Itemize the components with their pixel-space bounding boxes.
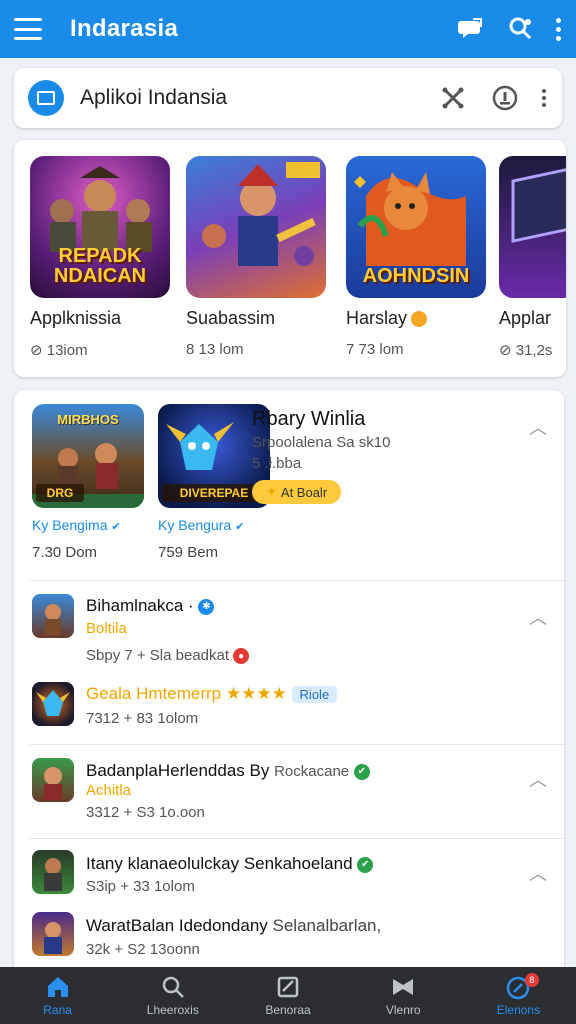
app-carousel: REPADK NDAICAN Applknissia ⊘ 13iom Suaba… [14,140,566,377]
search-account-icon[interactable] [506,14,536,44]
app-meta: 8 13 lom [186,341,244,358]
app-meta: ⊘ 31,2s [499,342,553,359]
row-meta: S3ip + 33 1olom [86,878,195,895]
app-name: Suabassim [186,308,276,328]
app-size: 7.30 Dom [32,544,98,561]
row-title[interactable]: BadanplaHerlenddas By Rockacane ✔ [86,761,370,781]
overflow-menu-icon[interactable] [554,17,562,41]
row-subtitle: Achitla [86,782,132,799]
carousel-item[interactable]: Suabassim 8 13 lom [186,156,326,358]
artwork-banner: AOHNDSIN [362,265,470,287]
app-thumbnail[interactable] [32,850,74,894]
app-size: 759 Bem [158,544,219,561]
verified-icon [411,310,428,327]
featured-action-pill[interactable]: ✦ At Boalr [252,480,342,504]
app-artwork: AOHNDSIN [346,156,486,298]
app-meta: ⊘ 13iom [30,342,88,359]
search-icon [161,975,185,1001]
nav-item-search[interactable]: Lheeroxis [115,967,230,1024]
menu-icon[interactable] [14,18,42,40]
search-bar-card[interactable]: Aplikoi Indansia [14,68,562,128]
divider [30,838,564,839]
featured-rating: 5 .ł.bba [252,455,302,472]
nav-item-games[interactable]: Vlenro [346,967,461,1024]
app-name: Applknissia [30,308,122,328]
app-name: Applar [499,308,552,328]
verified-icon: ✱ [198,598,215,615]
artwork-label: DRG [36,484,84,502]
tag-pill[interactable]: Riole [291,686,338,704]
notification-badge: 8 [524,973,539,987]
row-title[interactable]: Geala Hmtemerrp ★★★★ Riole [86,684,338,704]
app-artwork [499,156,566,298]
row-meta: 32k + S2 13oonn [86,941,200,958]
featured-app-artwork[interactable]: MIRBHOS DRG [32,404,144,508]
info-icon[interactable] [490,83,520,113]
app-name: Harslay [346,308,486,329]
row-meta: 7312 + 83 1olom [86,710,199,727]
alert-icon: ● [233,648,250,665]
divider [30,580,564,581]
nav-item-library[interactable]: Benoraa [230,967,345,1024]
artwork-label: DIVEREPAE [162,484,266,502]
carousel-item[interactable]: AOHNDSIN Harslay 7 73 lom [346,156,486,358]
card-overflow-icon[interactable] [540,89,548,107]
carousel-item[interactable]: REPADK NDAICAN Applknissia ⊘ 13iom [30,156,170,359]
chevron-up-icon[interactable]: ︿ [528,766,548,790]
chevron-up-icon[interactable]: ︿ [528,860,548,884]
home-icon [46,975,70,1001]
row-title[interactable]: Itany klanaeolulckay Senkahoeland ✔ [86,854,374,874]
row-title[interactable]: WaratBalan Idedondany Selanalbarlan, [86,916,381,936]
search-title: Aplikoi Indansia [80,86,228,109]
app-logo-icon [28,80,64,116]
verified-icon: ✔ [353,763,370,780]
app-list-card: MIRBHOS DRG DIVEREPAE Ky Bengima ✔ Ky Be… [14,390,564,980]
app-thumbnail[interactable] [32,682,74,726]
verified-icon: ✔ [357,856,374,873]
bottom-nav: Rana Lheeroxis Benoraa Vlenro 8 Elenons [0,967,576,1024]
divider [30,744,564,745]
nav-item-profile[interactable]: 8 Elenons [461,967,576,1024]
app-thumbnail[interactable] [32,912,74,956]
app-artwork: REPADK NDAICAN [30,156,170,298]
featured-title: Rbary Winlia [252,408,366,430]
developer-name[interactable]: Ky Bengura ✔ [158,517,244,533]
row-subtitle: Boltila [86,620,127,637]
developer-name[interactable]: Ky Bengima ✔ [32,517,121,533]
chat-icon[interactable] [456,14,486,44]
library-icon [276,975,300,1001]
row-meta: Sbpy 7 + Sla beadkat ● [86,647,250,665]
chevron-up-icon[interactable]: ︿ [528,604,548,628]
chevron-up-icon[interactable]: ︿ [528,414,548,438]
app-thumbnail[interactable] [32,758,74,802]
games-icon [391,975,415,1001]
row-meta: 3312 + S3 1o.oon [86,804,205,821]
artwork-title: MIRBHOS [57,412,119,427]
featured-subtitle: Srpoolalena Sa sk10 [252,434,391,451]
carousel-item[interactable]: Applar ⊘ 31,2s [499,156,566,359]
app-artwork [186,156,326,298]
app-meta: 7 73 lom [346,341,404,358]
app-title: Indarasia [70,15,179,42]
shuffle-icon[interactable] [438,83,468,113]
artwork-banner: REPADK NDAICAN [53,245,147,287]
top-app-bar: Indarasia [0,0,576,58]
app-thumbnail[interactable] [32,594,74,638]
row-title[interactable]: Bihamlnakca · ✱ [86,596,215,616]
star-rating-icon: ★★★★ [225,684,287,703]
nav-item-home[interactable]: Rana [0,967,115,1024]
